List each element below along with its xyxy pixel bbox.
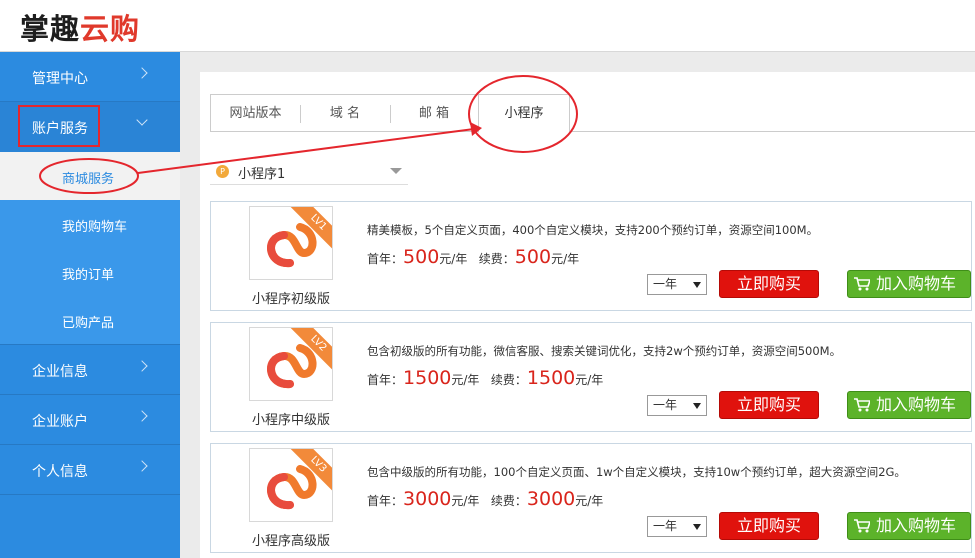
dropdown-arrow-icon: [693, 524, 701, 530]
chevron-right-icon: [136, 360, 148, 372]
tab-email[interactable]: 邮 箱: [390, 94, 478, 132]
add-to-cart-button[interactable]: 加入购物车: [847, 512, 971, 540]
product-price: 首年：3000元/年 续费：3000元/年: [367, 488, 604, 510]
sidebar-subitem-purchased[interactable]: 已购产品: [0, 296, 180, 344]
sidebar-item-management[interactable]: 管理中心: [0, 52, 180, 102]
cart-icon: [854, 519, 870, 533]
buy-now-button[interactable]: 立即购买: [719, 391, 819, 419]
product-price: 首年：500元/年 续费：500元/年: [367, 246, 580, 268]
cart-icon: [854, 398, 870, 412]
buy-now-button[interactable]: 立即购买: [719, 270, 819, 298]
product-description: 包含中级版的所有功能，100个自定义页面、1w个自定义模块，支持10w个预约订单…: [367, 465, 906, 479]
product-card: LV2 小程序中级版 包含初级版的所有功能，微信客服、搜索关键词优化，支持2w个…: [210, 322, 972, 432]
product-description: 精美模板，5个自定义页面，400个自定义模块，支持200个预约订单，资源空间10…: [367, 223, 819, 237]
period-select[interactable]: 一年: [647, 395, 707, 416]
period-select[interactable]: 一年: [647, 274, 707, 295]
sidebar-submenu: 商城服务 我的购物车 我的订单 已购产品: [0, 152, 180, 344]
product-card: LV1 小程序初级版 精美模板，5个自定义页面，400个自定义模块，支持200个…: [210, 201, 972, 311]
product-name: 小程序高级版: [251, 534, 330, 549]
mini-program-select[interactable]: P 小程序1: [210, 158, 408, 185]
tab-bar: 网站版本 域 名 邮 箱 小程序: [210, 94, 975, 133]
add-to-cart-button[interactable]: 加入购物车: [847, 391, 971, 419]
mini-program-icon: P: [216, 165, 229, 178]
buy-now-button[interactable]: 立即购买: [719, 512, 819, 540]
dropdown-arrow-icon: [693, 282, 701, 288]
tab-domain[interactable]: 域 名: [300, 94, 390, 132]
cart-icon: [854, 277, 870, 291]
tab-website-version[interactable]: 网站版本: [210, 94, 300, 132]
chevron-down-icon: [136, 114, 148, 126]
product-price: 首年：1500元/年 续费：1500元/年: [367, 367, 604, 389]
top-header: 掌趣云购: [0, 0, 975, 52]
add-to-cart-button[interactable]: 加入购物车: [847, 270, 971, 298]
logo[interactable]: 掌趣云购: [20, 6, 140, 48]
sidebar-subitem-cart[interactable]: 我的购物车: [0, 200, 180, 248]
chevron-right-icon: [136, 460, 148, 472]
product-name: 小程序初级版: [251, 292, 330, 307]
period-select[interactable]: 一年: [647, 516, 707, 537]
dropdown-arrow-icon: [693, 403, 701, 409]
product-card: LV3 小程序高级版 包含中级版的所有功能，100个自定义页面、1w个自定义模块…: [210, 443, 972, 553]
product-thumbnail: LV3: [249, 448, 333, 522]
caret-down-icon: [390, 168, 402, 174]
sidebar: 管理中心 账户服务 商城服务 我的购物车 我的订单 已购产品 企业信息 企业账户…: [0, 52, 180, 558]
tab-mini-program[interactable]: 小程序: [478, 94, 570, 133]
product-name: 小程序中级版: [251, 413, 330, 428]
product-thumbnail: LV2: [249, 327, 333, 401]
product-thumbnail: LV1: [249, 206, 333, 280]
chevron-right-icon: [136, 410, 148, 422]
sidebar-item-personal-info[interactable]: 个人信息: [0, 445, 180, 495]
chevron-right-icon: [136, 67, 148, 79]
sidebar-item-company-info[interactable]: 企业信息: [0, 345, 180, 395]
highlight-box: [18, 105, 100, 147]
product-description: 包含初级版的所有功能，微信客服、搜索关键词优化，支持2w个预约订单，资源空间50…: [367, 344, 842, 358]
sidebar-item-company-account[interactable]: 企业账户: [0, 395, 180, 445]
sidebar-subitem-orders[interactable]: 我的订单: [0, 248, 180, 296]
sidebar-subitem-mall-service[interactable]: 商城服务: [0, 152, 180, 200]
